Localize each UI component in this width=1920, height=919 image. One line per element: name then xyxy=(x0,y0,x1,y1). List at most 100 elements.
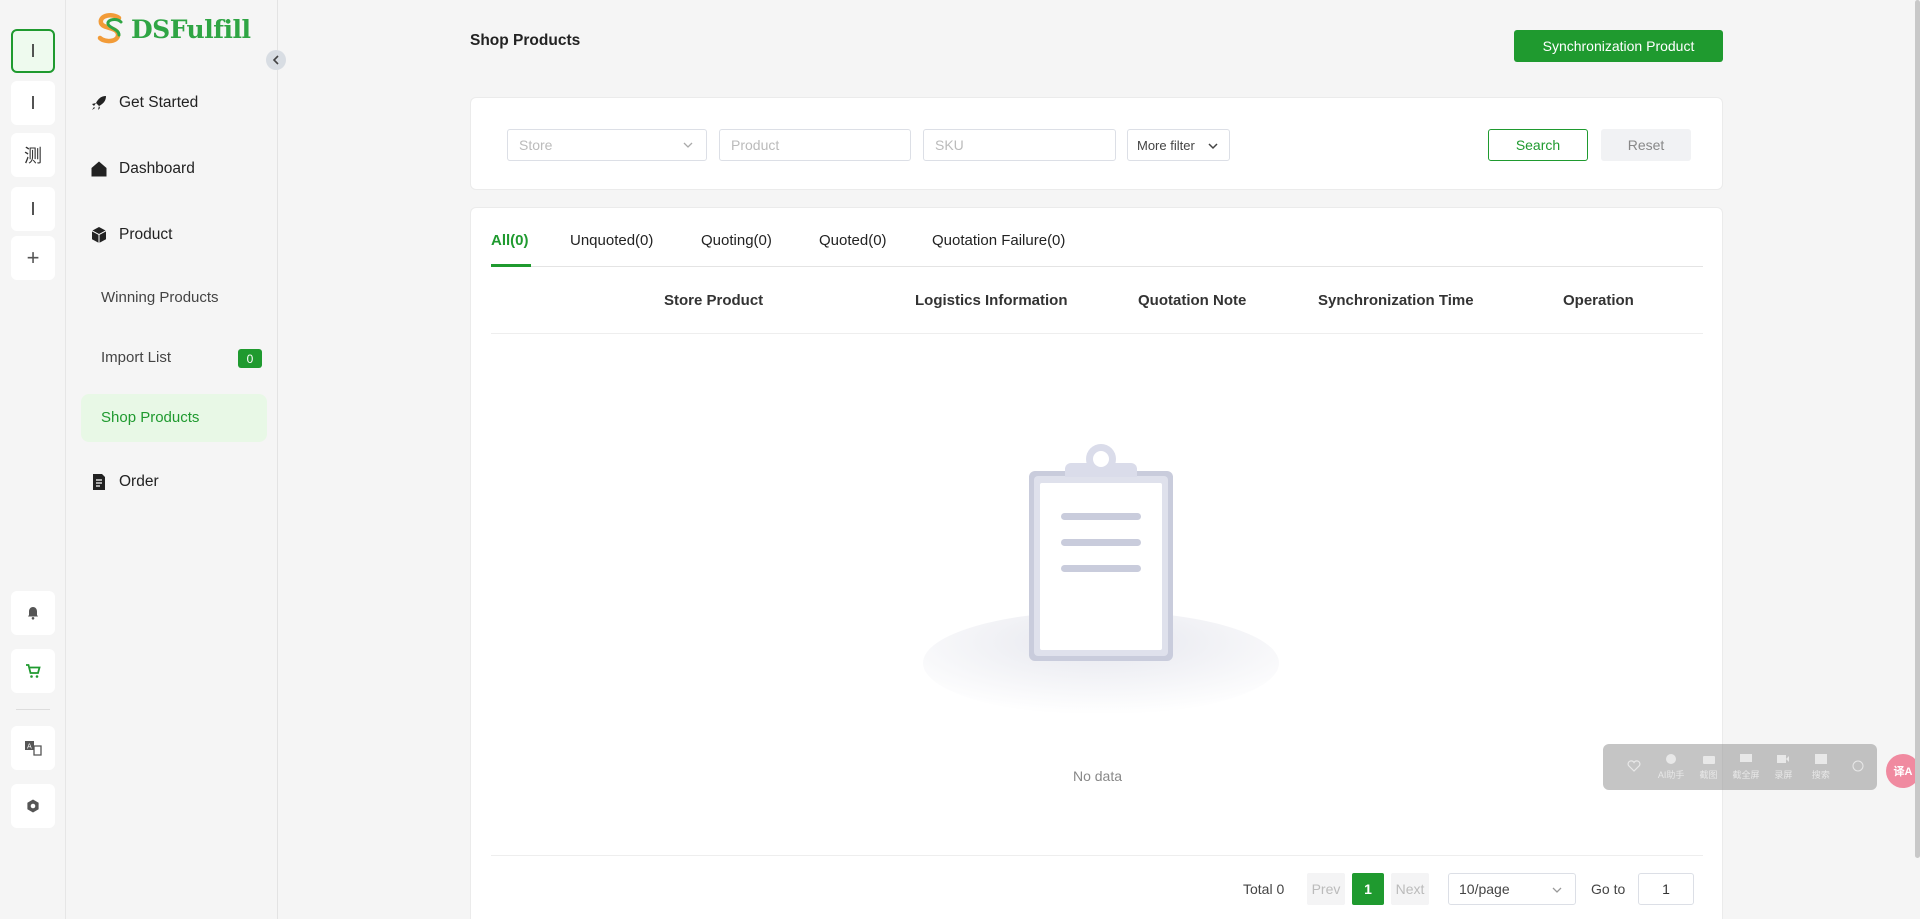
nav-label: Product xyxy=(119,226,173,243)
chevron-down-icon xyxy=(1552,887,1562,893)
products-table-panel: All(0) Unquoted(0) Quoting(0) Quoted(0) … xyxy=(470,207,1723,919)
status-tabs: All(0) Unquoted(0) Quoting(0) Quoted(0) … xyxy=(491,208,1703,267)
synchronization-product-button[interactable]: Synchronization Product xyxy=(1514,30,1723,62)
nav-label: Get Started xyxy=(119,94,199,111)
more-filter-dropdown[interactable]: More filter xyxy=(1127,129,1230,161)
notification-button[interactable] xyxy=(11,591,55,635)
tab-quotation-failure[interactable]: Quotation Failure(0) xyxy=(932,232,1065,249)
nav-shop-products[interactable]: Shop Products xyxy=(101,409,199,426)
nav-get-started[interactable]: Get Started xyxy=(89,93,198,113)
plus-icon: + xyxy=(26,245,40,270)
translate-button[interactable]: A xyxy=(11,726,55,770)
tab-all[interactable]: All(0) xyxy=(491,232,529,249)
video-icon xyxy=(1777,755,1790,763)
collapse-sidebar-button[interactable] xyxy=(266,50,286,70)
pagination-next-button[interactable]: Next xyxy=(1391,873,1429,905)
column-header: Synchronization Time xyxy=(1318,292,1474,309)
favorite-button[interactable] xyxy=(1615,759,1652,775)
rail-item-label: I xyxy=(30,40,36,61)
product-placeholder: Product xyxy=(731,137,780,153)
screenshot-button[interactable]: 截图 xyxy=(1690,753,1727,781)
tab-quoted[interactable]: Quoted(0) xyxy=(819,232,887,249)
workspace-rail: I I 测 I + A xyxy=(0,0,66,919)
empty-state-text: No data xyxy=(1072,768,1123,784)
nav-winning-products[interactable]: Winning Products xyxy=(101,289,219,306)
cart-icon xyxy=(26,663,41,678)
page-size-select[interactable]: 10/page xyxy=(1448,873,1576,905)
store-placeholder: Store xyxy=(519,137,553,153)
import-list-count-badge: 0 xyxy=(238,349,262,368)
rail-item-1[interactable]: I xyxy=(11,29,55,73)
settings-button[interactable] xyxy=(11,784,55,828)
document-icon xyxy=(89,472,109,492)
toolbar-label: AI助手 xyxy=(1657,770,1685,780)
gear-icon xyxy=(27,799,39,813)
goto-page-input[interactable]: 1 xyxy=(1638,873,1694,905)
column-header: Store Product xyxy=(664,292,764,309)
rail-item-3[interactable]: 测 xyxy=(11,133,55,177)
rail-divider xyxy=(16,709,50,710)
divider xyxy=(491,855,1703,856)
bell-icon xyxy=(28,607,38,620)
fullscreen-capture-button[interactable]: 截全屏 xyxy=(1727,753,1764,781)
translate-icon: A xyxy=(25,741,42,756)
box-icon xyxy=(89,225,109,245)
toolbar-label: 截全屏 xyxy=(1732,770,1760,780)
toolbar-label: 搜索 xyxy=(1811,770,1830,780)
home-icon xyxy=(89,159,109,179)
rail-item-4[interactable]: I xyxy=(11,187,55,231)
store-select[interactable]: Store xyxy=(507,129,707,161)
ai-icon xyxy=(1666,754,1677,764)
rocket-icon xyxy=(89,93,109,113)
toolbar-label: 录屏 xyxy=(1774,770,1793,780)
chevron-down-icon xyxy=(683,142,693,148)
chevron-left-icon xyxy=(272,55,279,65)
rail-add-button[interactable]: + xyxy=(11,236,55,280)
active-tab-indicator xyxy=(491,264,531,267)
page-size-value: 10/page xyxy=(1459,881,1510,897)
brand-logo[interactable]: DSFulfill xyxy=(93,12,251,46)
column-header: Logistics Information xyxy=(915,292,1068,309)
cart-button[interactable] xyxy=(11,649,55,693)
product-input[interactable]: Product xyxy=(719,129,911,161)
reset-button[interactable]: Reset xyxy=(1601,129,1691,161)
clipboard-icon xyxy=(923,444,1279,715)
rail-item-label: I xyxy=(30,198,36,219)
ai-assistant-button[interactable]: AI助手 xyxy=(1652,753,1689,781)
toolbar-label: 截图 xyxy=(1699,770,1718,780)
rail-item-label: I xyxy=(30,92,36,113)
heart-icon xyxy=(1627,759,1641,772)
column-header: Operation xyxy=(1563,292,1634,309)
nav-import-list[interactable]: Import List xyxy=(101,349,171,366)
nav-dashboard[interactable]: Dashboard xyxy=(89,159,195,179)
search-icon xyxy=(1814,754,1827,764)
camera-icon xyxy=(1702,756,1715,764)
nav-label: Order xyxy=(119,473,159,490)
close-icon xyxy=(1852,760,1864,771)
record-screen-button[interactable]: 录屏 xyxy=(1765,753,1802,781)
sidebar: DSFulfill Get Started Dashboard Product … xyxy=(67,0,286,919)
sku-placeholder: SKU xyxy=(935,137,964,153)
pagination-page-1[interactable]: 1 xyxy=(1352,873,1384,905)
floating-toolbar: AI助手 截图 截全屏 录屏 搜索 xyxy=(1603,744,1877,790)
goto-label: Go to xyxy=(1591,881,1626,897)
tab-quoting[interactable]: Quoting(0) xyxy=(701,232,772,249)
tab-unquoted[interactable]: Unquoted(0) xyxy=(570,232,653,249)
scrollbar[interactable] xyxy=(1915,0,1920,858)
pagination-total: Total 0 xyxy=(1243,881,1285,897)
filter-panel: Store Product SKU More filter Search Res… xyxy=(470,97,1723,190)
nav-label: Dashboard xyxy=(119,160,195,177)
more-filter-label: More filter xyxy=(1137,137,1195,153)
rail-item-label: 测 xyxy=(24,146,42,166)
search-tool-button[interactable]: 搜索 xyxy=(1802,753,1839,781)
search-button[interactable]: Search xyxy=(1488,129,1588,161)
rail-item-2[interactable]: I xyxy=(11,81,55,125)
chevron-down-icon xyxy=(1208,143,1218,150)
nav-order[interactable]: Order xyxy=(89,472,159,492)
brand-name: DSFulfill xyxy=(131,14,251,44)
pagination-prev-button[interactable]: Prev xyxy=(1307,873,1345,905)
table-header: Store Product Logistics Information Quot… xyxy=(491,268,1703,334)
nav-product[interactable]: Product xyxy=(89,225,172,245)
close-toolbar-button[interactable] xyxy=(1840,760,1877,775)
sku-input[interactable]: SKU xyxy=(923,129,1116,161)
